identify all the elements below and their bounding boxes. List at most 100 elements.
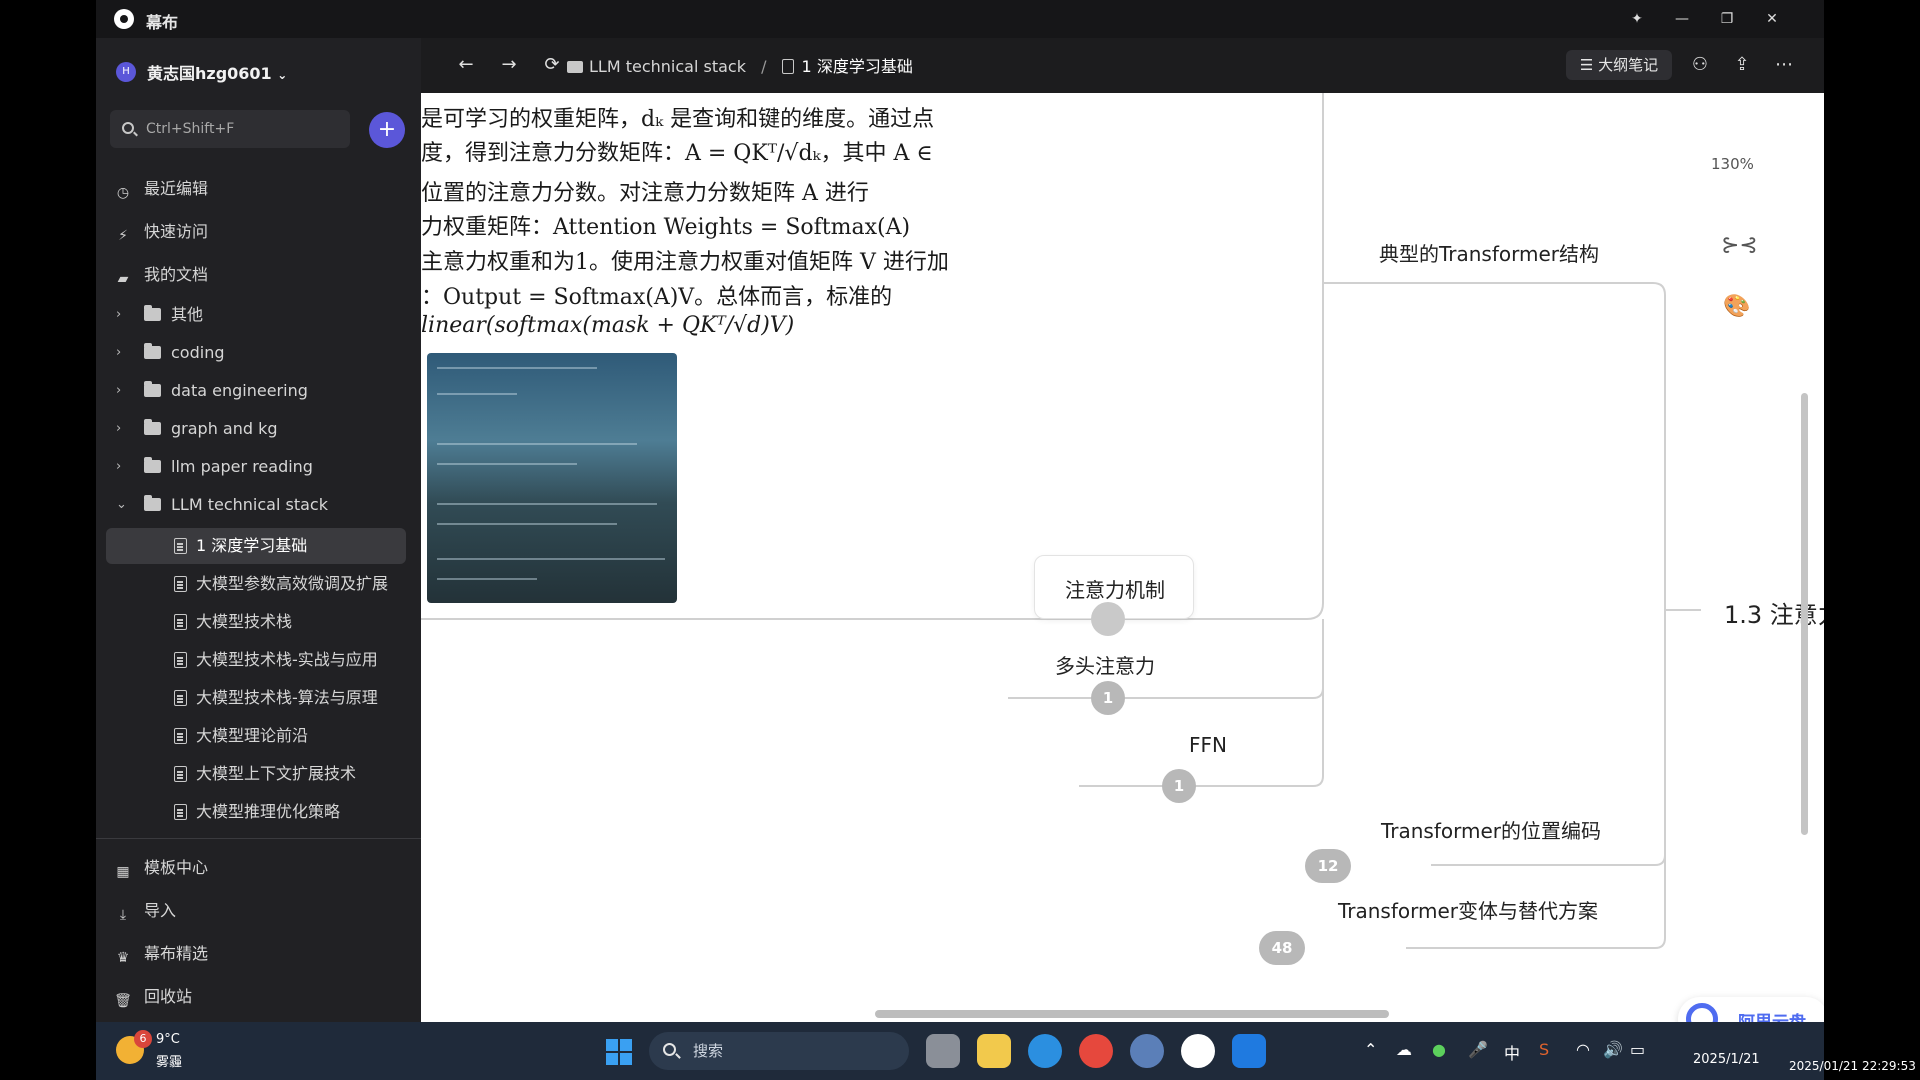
search-input[interactable]: Ctrl+Shift+F: [110, 110, 350, 148]
file-explorer-icon[interactable]: [977, 1034, 1011, 1068]
doc-item[interactable]: 大模型技术栈: [106, 604, 406, 640]
document-icon: [174, 538, 187, 554]
restore-button[interactable]: ❐: [1716, 8, 1738, 30]
doc-item[interactable]: 大模型理论前沿: [106, 718, 406, 754]
child-count-badge[interactable]: 12: [1305, 849, 1351, 883]
collapse-toggle[interactable]: [1091, 602, 1125, 636]
doc-item-active[interactable]: 1 深度学习基础: [106, 528, 406, 564]
doc-label: 大模型技术栈-算法与原理: [196, 688, 378, 707]
onedrive-icon[interactable]: ☁: [1396, 1040, 1412, 1059]
user-name[interactable]: 黄志国hzg0601 ⌄: [147, 60, 287, 84]
refresh-icon[interactable]: ⟳: [539, 52, 565, 78]
folder-item[interactable]: › 其他: [96, 297, 421, 333]
child-count-badge[interactable]: 1: [1162, 769, 1196, 803]
import-icon: ⤓: [119, 907, 127, 923]
avatar[interactable]: H: [116, 62, 136, 82]
mindmap-node[interactable]: Transformer变体与替代方案: [1338, 895, 1598, 924]
nav-label: 快速访问: [144, 222, 209, 241]
nav-recent[interactable]: ◷ 最近编辑: [114, 174, 208, 204]
edge-icon[interactable]: [1028, 1034, 1062, 1068]
folder-item[interactable]: › data engineering: [96, 373, 421, 409]
mindmap-node[interactable]: Transformer的位置编码: [1381, 815, 1601, 844]
branch-title[interactable]: 典型的Transformer结构: [1379, 238, 1599, 267]
doc-item[interactable]: 大模型上下文扩展技术: [106, 756, 406, 792]
doc-item[interactable]: 大模型技术栈-算法与原理: [106, 680, 406, 716]
close-button[interactable]: ✕: [1761, 8, 1783, 30]
document-icon: [174, 576, 187, 592]
fit-view-icon[interactable]: ⊱⊰: [1721, 230, 1758, 262]
minimize-button[interactable]: —: [1671, 8, 1693, 30]
breadcrumb: LLM technical stack / 1 深度学习基础: [567, 53, 913, 77]
wechat-icon[interactable]: ●: [1432, 1040, 1446, 1059]
nav-label: 我的文档: [144, 265, 209, 284]
folder-item[interactable]: › llm paper reading: [96, 449, 421, 485]
nav-label: 回收站: [144, 987, 193, 1006]
photos-icon[interactable]: [1232, 1034, 1266, 1068]
weather-temp: 9°C: [156, 1032, 180, 1047]
doc-item[interactable]: 大模型技术栈-实战与应用: [106, 642, 406, 678]
folder-item[interactable]: › graph and kg: [96, 411, 421, 447]
nav-quick-access[interactable]: ⚡ 快速访问: [114, 217, 208, 247]
chevron-right-icon: ›: [116, 421, 122, 436]
vertical-scrollbar[interactable]: [1801, 393, 1808, 835]
horizontal-scrollbar[interactable]: [875, 1010, 1389, 1018]
folder-icon: [144, 381, 161, 397]
pin-icon[interactable]: ✦: [1626, 8, 1648, 30]
doc-label: 大模型上下文扩展技术: [196, 764, 357, 783]
wifi-icon[interactable]: ◠: [1576, 1040, 1590, 1059]
taskbar-date[interactable]: 2025/1/21: [1693, 1052, 1760, 1067]
doc-label: 大模型技术栈-实战与应用: [196, 650, 378, 669]
nav-trash[interactable]: 🗑 回收站: [114, 982, 192, 1012]
microphone-icon[interactable]: 🎤: [1468, 1040, 1488, 1059]
taskbar-search[interactable]: 搜索: [649, 1032, 909, 1070]
back-icon[interactable]: ←: [453, 52, 479, 78]
folder-label: 其他: [171, 305, 204, 324]
trash-icon: 🗑: [114, 993, 132, 1009]
task-view-icon[interactable]: [926, 1034, 960, 1068]
sidebar-divider: [96, 838, 421, 839]
doc-item[interactable]: 大模型推理优化策略: [106, 794, 406, 830]
chrome-icon[interactable]: [1079, 1034, 1113, 1068]
breadcrumb-folder[interactable]: LLM technical stack: [589, 57, 746, 76]
windows-logo-icon: [620, 1039, 632, 1051]
sougou-icon[interactable]: S: [1539, 1040, 1549, 1059]
battery-icon[interactable]: ▭: [1630, 1040, 1645, 1059]
breadcrumb-separator: /: [761, 57, 767, 76]
share-icon[interactable]: ⇪: [1729, 52, 1755, 78]
zoom-level[interactable]: 130%: [1711, 155, 1754, 173]
bolt-icon: ⚡: [118, 228, 128, 244]
aliyun-drive-badge[interactable]: 阿里云盘: [1678, 997, 1824, 1022]
root-node[interactable]: 1.3 注意力机制与: [1724, 595, 1824, 630]
mubu-app-icon[interactable]: [1181, 1034, 1215, 1068]
mindmap-node[interactable]: FFN: [1189, 733, 1227, 757]
folder-label: data engineering: [171, 381, 308, 400]
palette-icon[interactable]: 🎨: [1721, 291, 1753, 323]
windows-logo-icon: [606, 1053, 618, 1065]
tray-chevron-icon[interactable]: ⌃: [1364, 1040, 1377, 1059]
more-icon[interactable]: ⋯: [1771, 52, 1797, 78]
volume-icon[interactable]: 🔊: [1603, 1040, 1623, 1059]
folder-icon: [567, 61, 583, 73]
settings-icon[interactable]: [1130, 1034, 1164, 1068]
forward-icon[interactable]: →: [496, 52, 522, 78]
mindmap-canvas[interactable]: 是可学习的权重矩阵，dₖ 是查询和键的维度。通过点 度，得到注意力分数矩阵：A …: [421, 93, 1824, 1022]
nav-my-documents[interactable]: ▰ 我的文档: [114, 260, 208, 290]
mindmap-node[interactable]: 多头注意力: [1055, 650, 1155, 679]
collaborate-icon[interactable]: ⚇: [1687, 52, 1713, 78]
folder-item-expanded[interactable]: ⌄ LLM technical stack: [96, 487, 421, 523]
doc-item[interactable]: 大模型参数高效微调及扩展: [106, 566, 406, 602]
nav-featured[interactable]: ♛ 幕布精选: [114, 939, 208, 969]
child-count-badge[interactable]: 48: [1259, 931, 1305, 965]
add-document-button[interactable]: +: [369, 112, 405, 148]
start-button[interactable]: [606, 1039, 632, 1065]
document-icon: [174, 690, 187, 706]
nav-templates[interactable]: ▦ 模板中心: [114, 853, 208, 883]
folder-item[interactable]: › coding: [96, 335, 421, 371]
outline-note-button[interactable]: ☰ 大纲笔记: [1566, 50, 1672, 80]
folder-icon: [144, 343, 161, 359]
search-placeholder: Ctrl+Shift+F: [146, 121, 235, 137]
user-name-label: 黄志国hzg0601: [147, 64, 272, 83]
ime-indicator[interactable]: 中: [1504, 1040, 1520, 1064]
child-count-badge[interactable]: 1: [1091, 681, 1125, 715]
nav-import[interactable]: ⤓ 导入: [114, 896, 176, 926]
